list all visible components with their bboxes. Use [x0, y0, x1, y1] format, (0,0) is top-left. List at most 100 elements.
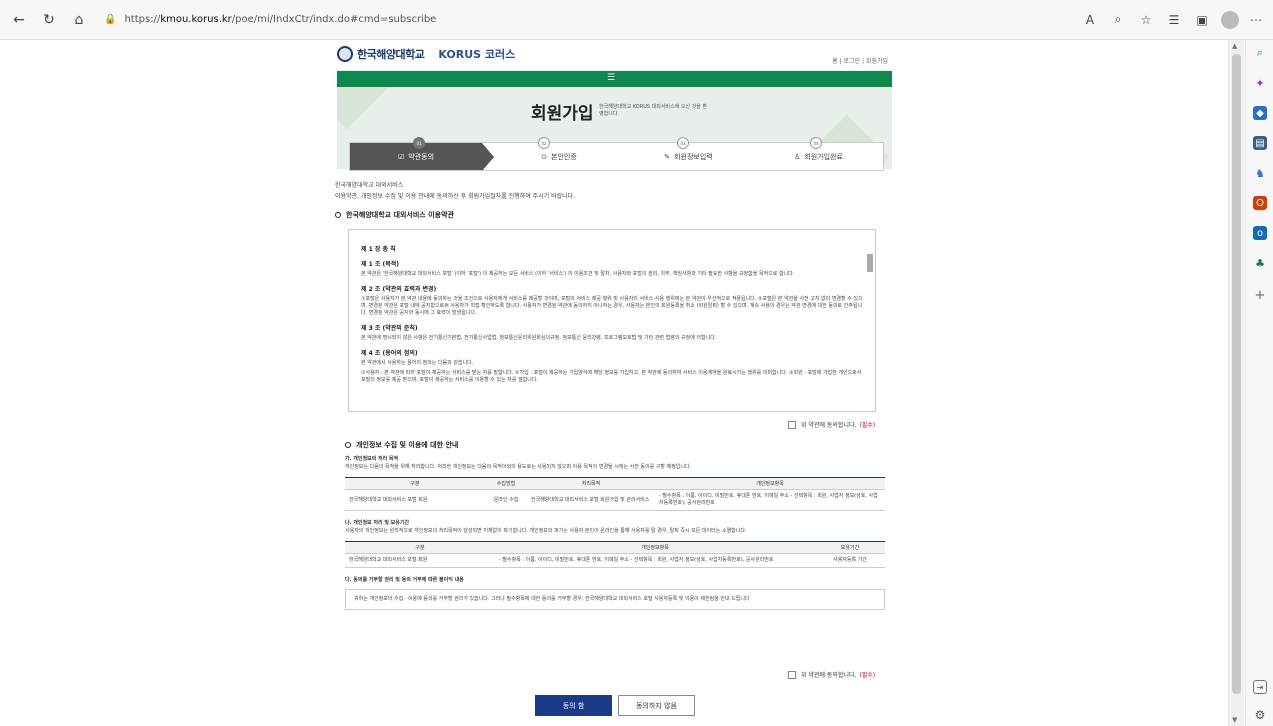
article-text: ①포털은 사용자가 본 약관 내용에 동의하는 것을 조건으로 사용자에게 서비…: [361, 296, 863, 316]
table-cell: 한국해양대학교 대외서비스 포털 회원: [345, 489, 485, 511]
disagree-button[interactable]: 동의하지 않음: [618, 695, 695, 716]
terms-scrollbar-thumb[interactable]: [867, 254, 873, 272]
home-icon[interactable]: ⌂: [68, 9, 90, 31]
step-label: 회원정보입력: [674, 152, 713, 161]
decor-shape: [337, 87, 390, 130]
intro-line: 한국해양대학교 대외서비스: [335, 182, 404, 189]
shopping-tag-icon[interactable]: ◆: [1253, 106, 1267, 120]
university-name: 한국해양대학교: [357, 48, 425, 61]
step-label: 약관동의: [408, 152, 435, 161]
article-text: 본 약관에서 사용하는 용어의 정의는 다음과 같습니다.: [361, 360, 474, 366]
address-bar[interactable]: 🔒 https://kmou.korus.kr/poe/mi/IndxCtr/i…: [104, 14, 1073, 25]
signup-steps: ☑ 약관동의 ⊙ 본인인증 ✎ 회원정보입력 ♙ 회원가입완료: [349, 142, 884, 171]
step-label: 회원가입완료: [804, 152, 843, 161]
terms-intro: 한국해양대학교 대외서비스 이용약관, 개인정보 수집 및 이용 안내에 동의하…: [335, 180, 890, 220]
terms-agree-checkbox[interactable]: [788, 420, 796, 429]
back-icon[interactable]: ←: [8, 9, 30, 31]
chapter-title: 제 1 장 총 칙: [361, 246, 396, 253]
privacy-section: 개인정보 수집 및 이용에 대한 안내 가. 개인정보의 처리 목적 개인정보는…: [345, 440, 885, 610]
table-header: 개인정보항목: [495, 541, 815, 554]
page-subtitle: 한국해양대학교 KORUS 대외서비스에 오신 것을 환영합니다.: [599, 104, 707, 117]
table-header: 처리목적: [527, 477, 655, 490]
notice-box: 귀하는 개인정보의 수집 · 이용에 동의를 거부할 권리가 있습니다. 그러나…: [345, 589, 885, 610]
favorites-list-icon[interactable]: ☰: [1163, 9, 1185, 31]
table-cell: 한국해양대학교 대외서비스 포털 회원: [345, 553, 495, 568]
table-cell: 한국해양대학교 대외서비스 포털 회원가입 및 관리서비스: [527, 489, 655, 511]
scroll-up-icon[interactable]: ▲: [1232, 42, 1237, 50]
step-number: 04: [810, 137, 822, 149]
read-aloud-icon[interactable]: A: [1079, 9, 1101, 31]
terms-scrollbox[interactable]: 제 1 장 총 칙 제 1 조 (목적) 본 약관은 '한국해양대학교 대외서비…: [348, 229, 876, 412]
settings-gear-icon[interactable]: ⚙: [1253, 708, 1267, 722]
zoom-icon[interactable]: ⌕: [1107, 9, 1129, 31]
table-cell: - 필수항목 : 이름, 아이디, 비밀번호, 휴대폰 번호, 이메일 주소 -…: [495, 553, 815, 568]
url-path: /poe/mi/IndxCtr/indx.do#cmd=subscribe: [231, 14, 437, 25]
bullet-icon: [345, 442, 351, 448]
table-row: 한국해양대학교 대외서비스 포털 회원 - 필수항목 : 이름, 아이디, 비밀…: [345, 553, 885, 568]
page-scrollbar-thumb[interactable]: [1232, 54, 1241, 694]
step-number: 01: [413, 137, 425, 149]
page-title: 회원가입: [531, 104, 594, 124]
more-menu-icon[interactable]: ⋯: [1245, 9, 1267, 31]
article-text: ①사용자 : 본 약관에 따라 포털이 제공하는 서비스를 받는 자를 말합니다…: [361, 370, 862, 383]
outlook-icon[interactable]: o: [1253, 226, 1267, 240]
privacy-agree-checkbox[interactable]: [788, 670, 796, 679]
table-header: 보유기간: [815, 541, 885, 554]
step-arrow: [482, 143, 494, 171]
util-links[interactable]: 홈 | 로그인 | 회원가입: [832, 56, 888, 65]
intro-line: 이용약관, 개인정보 수집 및 이용 안내에 동의하신 후 회원가입절차를 진행…: [335, 193, 576, 200]
article-text: 본 약관에 명시되지 않은 사항은 전기통신기본법, 전기통신사업법, 정보통신…: [361, 335, 717, 341]
action-buttons: 동의 함 동의하지 않음: [535, 695, 695, 716]
collections-icon[interactable]: ▣: [1191, 9, 1213, 31]
terms-scrollbar[interactable]: [867, 240, 873, 405]
subsection-text: 사용자의 개인정보는 원칙적으로 개인정보의 처리목적이 달성되면 지체없이 파…: [345, 528, 747, 534]
site-logo[interactable]: 한국해양대학교 KORUS 코러스: [337, 46, 515, 62]
sidebar-toggle-icon[interactable]: ⇥: [1253, 680, 1267, 694]
profile-avatar[interactable]: [1221, 10, 1239, 29]
university-emblem-icon: [337, 46, 353, 62]
search-icon[interactable]: ⌕: [1253, 46, 1267, 60]
article-title: 제 4 조 (용어의 정의): [361, 350, 418, 357]
office-icon[interactable]: O: [1253, 196, 1267, 210]
browser-sidebar: ⌕ ✦ ◆ ▤ ♞ O o ♣ + ⇥ ⚙: [1245, 40, 1273, 726]
browser-toolbar: ← ↻ ⌂ 🔒 https://kmou.korus.kr/poe/mi/Ind…: [0, 0, 1273, 40]
step-info: ✎ 회원정보입력: [664, 152, 713, 161]
article-title: 제 3 조 (약관외 준칙): [361, 325, 418, 332]
required-mark: (필수): [859, 422, 876, 429]
lock-icon: 🔒: [104, 14, 117, 25]
terms-section-title: 한국해양대학교 대외서비스 이용약관: [335, 210, 890, 220]
table-header: 개인정보항목: [655, 477, 885, 490]
bullet-icon: [335, 212, 341, 218]
agree-button[interactable]: 동의 함: [535, 695, 612, 716]
toolbox-icon[interactable]: ▤: [1253, 136, 1267, 150]
table-cell: - 필수항목 : 이름, 아이디, 비밀번호, 휴대폰 번호, 이메일 주소 -…: [655, 489, 885, 511]
required-mark: (필수): [859, 672, 876, 679]
step-verify: ⊙ 본인인증: [541, 152, 577, 161]
page-scrollbar[interactable]: ▲ ▼: [1228, 40, 1244, 726]
subsection-title: 가. 개인정보의 처리 목적: [345, 456, 399, 462]
refresh-icon[interactable]: ↻: [38, 9, 60, 31]
add-icon[interactable]: +: [1253, 288, 1267, 303]
privacy-agree[interactable]: 위 약관에 동의합니다. (필수): [788, 670, 875, 679]
article-text: 본 약관은 '한국해양대학교 대외서비스 포털' (이하 '포털') 이 제공하…: [361, 271, 795, 277]
section-title-text: 개인정보 수집 및 이용에 대한 안내: [356, 441, 459, 449]
tree-icon[interactable]: ♣: [1253, 256, 1267, 270]
article-title: 제 2 조 (약관의 효력과 변경): [361, 286, 437, 293]
table-row: 한국해양대학교 대외서비스 포털 회원 온라인 수집 한국해양대학교 대외서비스…: [345, 489, 885, 511]
favorite-icon[interactable]: ☆: [1135, 9, 1157, 31]
games-icon[interactable]: ♞: [1253, 166, 1267, 180]
site-header: 한국해양대학교 KORUS 코러스 홈 | 로그인 | 회원가입: [337, 40, 892, 70]
url-host: kmou.korus.kr: [160, 14, 232, 25]
retention-table: 구분 개인정보항목 보유기간 한국해양대학교 대외서비스 포털 회원 - 필수항…: [345, 541, 885, 568]
scroll-down-icon[interactable]: ▼: [1232, 716, 1237, 724]
step-number: 03: [677, 137, 689, 149]
subsection-text: 개인정보는 다음의 목적을 위해 처리합니다. 처리한 개인정보는 다음의 목적…: [345, 464, 692, 470]
step-number: 02: [538, 137, 550, 149]
sparkle-icon[interactable]: ✦: [1253, 76, 1267, 90]
hamburger-menu-icon[interactable]: ☰: [607, 74, 615, 83]
agree-label: 위 약관에 동의합니다.: [801, 672, 857, 679]
section-title-text: 한국해양대학교 대외서비스 이용약관: [346, 211, 454, 219]
terms-agree[interactable]: 위 약관에 동의합니다. (필수): [788, 420, 875, 429]
table-header: 구분: [345, 477, 485, 490]
table-cell: 온라인 수집: [485, 489, 527, 511]
